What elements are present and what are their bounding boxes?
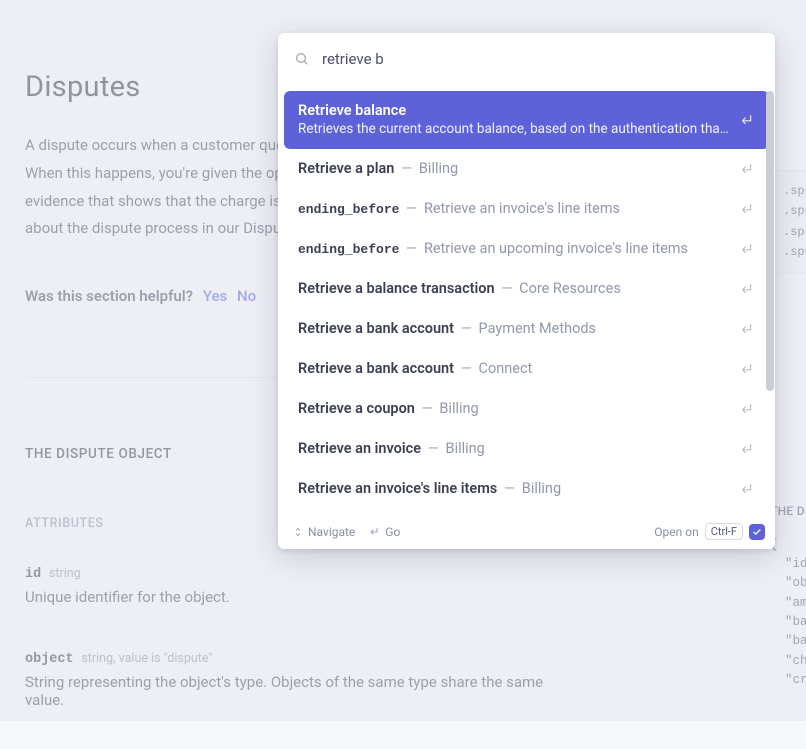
result-title: Retrieve balance	[298, 102, 730, 119]
result-title: Retrieve a balance transaction — Core Re…	[298, 280, 730, 297]
result-sub: Retrieves the current account balance, b…	[298, 121, 730, 137]
search-result[interactable]: Retrieve a coupon — Billing	[284, 389, 769, 429]
search-footer: Navigate Go Open on Ctrl-F	[278, 517, 775, 549]
result-content: Retrieve balance Retrieves the current ac…	[298, 102, 730, 137]
enter-icon	[740, 201, 755, 216]
scrollbar[interactable]	[765, 89, 775, 497]
result-title: ending_before — Retrieve an upcoming inv…	[298, 240, 730, 257]
enter-icon	[740, 161, 755, 176]
result-content: ending_before — Retrieve an invoice's li…	[298, 200, 730, 217]
enter-icon	[740, 401, 755, 416]
scrollbar-thumb[interactable]	[766, 91, 774, 391]
search-row	[278, 33, 775, 85]
search-result[interactable]: Retrieve a bank account — Payment Method…	[284, 309, 769, 349]
result-content: Retrieve an invoice's line items — Billi…	[298, 480, 730, 497]
result-content: Retrieve a bank account — Connect	[298, 360, 730, 377]
result-title: Retrieve a plan — Billing	[298, 160, 730, 177]
result-content: ending_before — Retrieve an upcoming inv…	[298, 240, 730, 257]
result-content: Retrieve a coupon — Billing	[298, 400, 730, 417]
shortcut-pill: Ctrl-F	[705, 523, 743, 540]
search-results: Retrieve balance Retrieves the current ac…	[278, 85, 775, 517]
enter-icon	[740, 281, 755, 296]
search-result[interactable]: ending_before — Retrieve an upcoming inv…	[284, 229, 769, 269]
result-content: Retrieve an invoice — Billing	[298, 440, 730, 457]
search-result[interactable]: Retrieve a balance transaction — Core Re…	[284, 269, 769, 309]
enter-icon	[740, 321, 755, 336]
confirm-check-icon[interactable]	[749, 524, 765, 540]
search-result[interactable]: ending_before — Retrieve an invoice's li…	[284, 189, 769, 229]
footer-navigate: Navigate	[292, 525, 355, 539]
result-content: Retrieve a plan — Billing	[298, 160, 730, 177]
enter-icon	[740, 241, 755, 256]
result-title: Retrieve an invoice's line items — Billi…	[298, 480, 730, 497]
search-result[interactable]: Retrieve balance Retrieves the current ac…	[284, 91, 769, 149]
enter-icon	[740, 361, 755, 376]
footer-open-on: Open on	[654, 525, 698, 539]
search-icon	[294, 51, 310, 67]
search-modal: Retrieve balance Retrieves the current ac…	[278, 33, 775, 549]
search-input[interactable]	[322, 50, 759, 68]
footer-go: Go	[369, 525, 400, 539]
result-title: Retrieve a bank account — Connect	[298, 360, 730, 377]
result-content: Retrieve a balance transaction — Core Re…	[298, 280, 730, 297]
enter-icon	[740, 481, 755, 496]
result-title: Retrieve a coupon — Billing	[298, 400, 730, 417]
result-content: Retrieve a bank account — Payment Method…	[298, 320, 730, 337]
enter-icon	[740, 112, 755, 127]
search-result[interactable]: Retrieve a bank account — Connect	[284, 349, 769, 389]
result-title: Retrieve an invoice — Billing	[298, 440, 730, 457]
enter-icon	[369, 526, 381, 538]
enter-icon	[740, 441, 755, 456]
updown-icon	[292, 526, 304, 538]
result-title: ending_before — Retrieve an invoice's li…	[298, 200, 730, 217]
search-result[interactable]: Retrieve an invoice's line items — Billi…	[284, 469, 769, 509]
search-result[interactable]: Retrieve a plan — Billing	[284, 149, 769, 189]
result-title: Retrieve a bank account — Payment Method…	[298, 320, 730, 337]
search-result[interactable]: Retrieve an invoice — Billing	[284, 429, 769, 469]
